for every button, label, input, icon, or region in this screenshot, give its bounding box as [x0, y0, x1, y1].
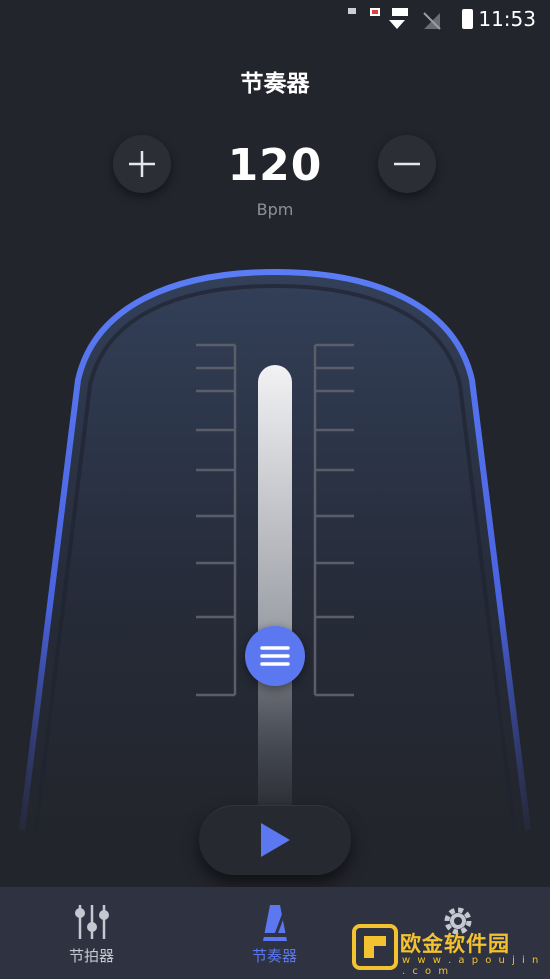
- watermark-text: 欧金软件园: [400, 932, 510, 956]
- tab-rhythm[interactable]: 节拍器: [0, 887, 183, 979]
- metronome-icon: [262, 905, 287, 941]
- play-button[interactable]: [199, 805, 351, 875]
- watermark: 欧金软件园 w w w . a p o u j i n . c o m: [352, 922, 542, 977]
- tab-rhythm-label: 节拍器: [68, 947, 114, 965]
- tab-metronome-label: 节奏器: [251, 947, 297, 965]
- pendulum-rod: [258, 365, 292, 835]
- watermark-url: w w w . a p o u j i n . c o m: [402, 955, 541, 977]
- sliders-icon: [74, 905, 109, 939]
- tab-metronome[interactable]: 节奏器: [183, 887, 366, 979]
- menu-icon: [260, 646, 290, 666]
- tempo-slider-handle[interactable]: [245, 626, 305, 686]
- watermark-logo-icon: [352, 924, 398, 970]
- play-icon: [261, 823, 290, 857]
